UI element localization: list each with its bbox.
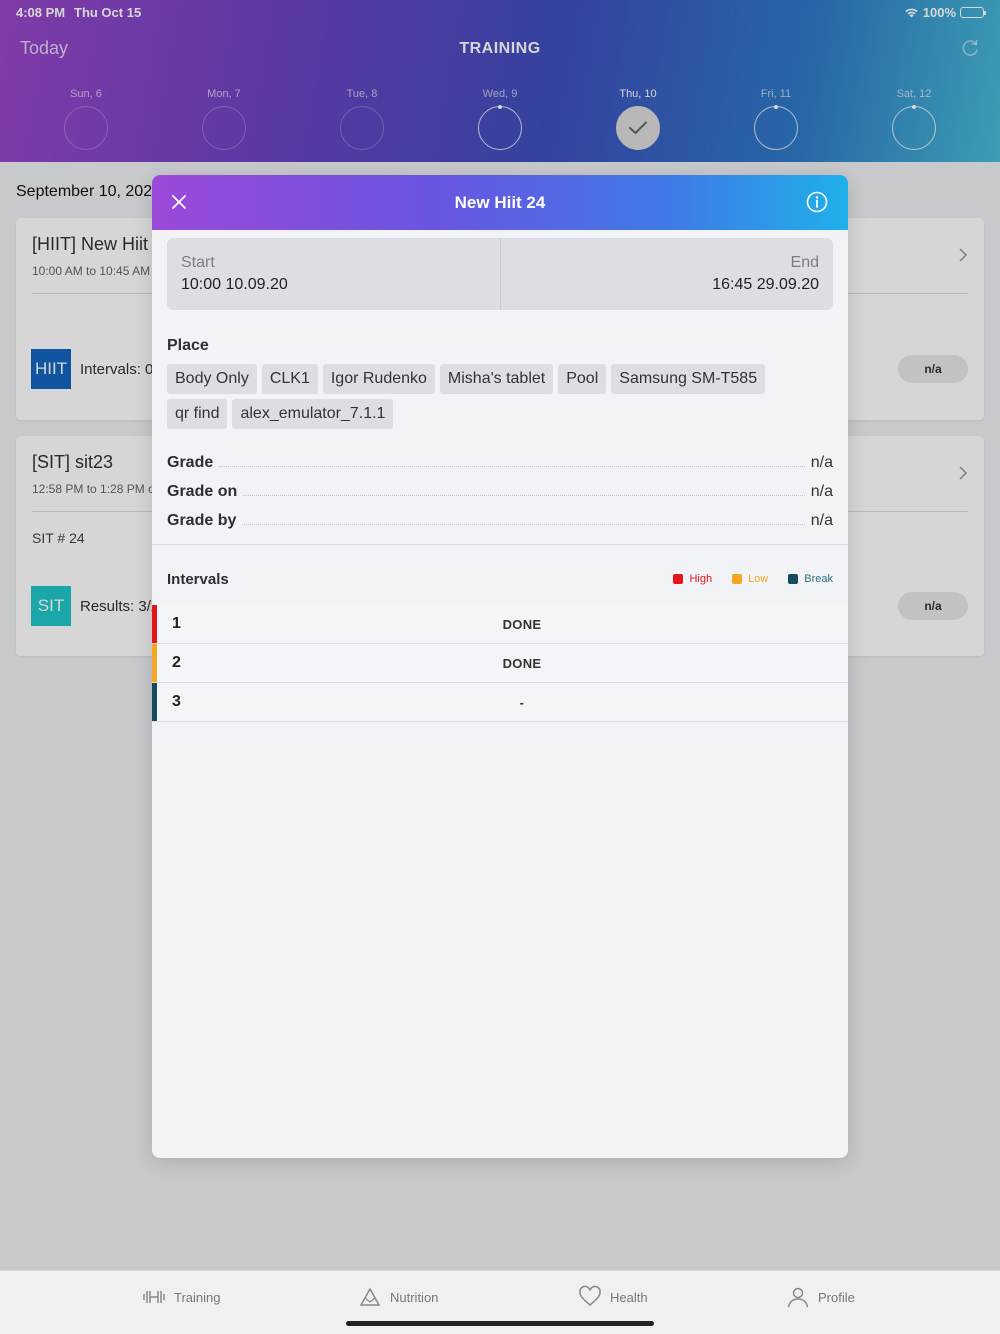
interval-status: - (519, 694, 525, 710)
tab-training[interactable]: Training (142, 1285, 220, 1309)
place-title: Place (167, 337, 209, 354)
modal-title: New Hiit 24 (454, 193, 546, 212)
modal-header: New Hiit 24 (152, 175, 848, 230)
nutrition-icon (359, 1287, 381, 1306)
place-tag: Igor Rudenko (322, 364, 435, 394)
place-tag: Misha's tablet (439, 364, 554, 394)
grade-on-row: Grade on n/a (167, 483, 833, 501)
intervals-legend: High Low Break (673, 573, 833, 585)
tab-profile[interactable]: Profile (786, 1285, 855, 1309)
tab-label: Nutrition (390, 1289, 439, 1305)
section-divider (152, 544, 848, 545)
grade-key: Grade by (167, 512, 237, 529)
interval-status: DONE (502, 655, 542, 671)
interval-row[interactable]: 1 DONE (152, 605, 848, 644)
intervals-list: 1 DONE 2 DONE 3 - (152, 605, 848, 722)
grade-value: n/a (810, 512, 833, 529)
legend-label: Break (804, 573, 833, 585)
tab-health[interactable]: Health (578, 1285, 648, 1309)
legend-high: High (673, 573, 712, 585)
interval-status: DONE (502, 616, 542, 632)
interval-row[interactable]: 2 DONE (152, 644, 848, 683)
end-time: End 16:45 29.09.20 (499, 238, 834, 310)
place-tag: CLK1 (261, 364, 318, 394)
place-tag: Samsung SM-T585 (611, 364, 766, 394)
tab-nutrition[interactable]: Nutrition (358, 1285, 438, 1309)
tab-label: Health (610, 1289, 648, 1305)
tab-label: Profile (818, 1289, 855, 1305)
legend-swatch (673, 574, 684, 584)
interval-row[interactable]: 3 - (152, 683, 848, 722)
start-time: Start 10:00 10.09.20 (167, 238, 500, 310)
legend-swatch (788, 574, 799, 584)
grade-row: Grade n/a (167, 454, 833, 472)
start-value: 10:00 10.09.20 (181, 276, 288, 293)
legend-swatch (732, 574, 743, 584)
legend-break: Break (788, 573, 833, 585)
place-tag: Pool (558, 364, 607, 394)
time-range: Start 10:00 10.09.20 End 16:45 29.09.20 (167, 238, 833, 310)
heart-icon (579, 1285, 601, 1306)
dotted-leader (243, 495, 805, 496)
legend-label: Low (748, 573, 769, 585)
legend-label: High (689, 573, 713, 585)
home-indicator[interactable] (346, 1321, 654, 1326)
tab-label: Training (174, 1289, 221, 1305)
person-icon (787, 1287, 809, 1308)
legend-low: Low (732, 573, 768, 585)
place-tag: alex_emulator_7.1.1 (232, 399, 394, 429)
dotted-leader (219, 466, 805, 467)
end-label: End (790, 254, 819, 271)
grade-value: n/a (810, 454, 833, 471)
start-label: Start (181, 254, 215, 271)
place-tag: qr find (167, 399, 228, 429)
dotted-leader (242, 524, 805, 525)
training-detail-modal: New Hiit 24 Start 10:00 10.09.20 End 16:… (152, 175, 848, 1158)
intervals-title: Intervals (167, 571, 229, 588)
dumbbell-icon (143, 1291, 165, 1303)
end-value: 16:45 29.09.20 (712, 276, 819, 293)
grade-value: n/a (810, 483, 833, 500)
grade-key: Grade on (167, 483, 238, 500)
place-tags: Body Only CLK1 Igor Rudenko Misha's tabl… (167, 364, 827, 429)
grade-by-row: Grade by n/a (167, 512, 833, 530)
info-icon[interactable] (806, 191, 828, 213)
grade-key: Grade (167, 454, 214, 471)
place-tag: Body Only (167, 364, 257, 394)
